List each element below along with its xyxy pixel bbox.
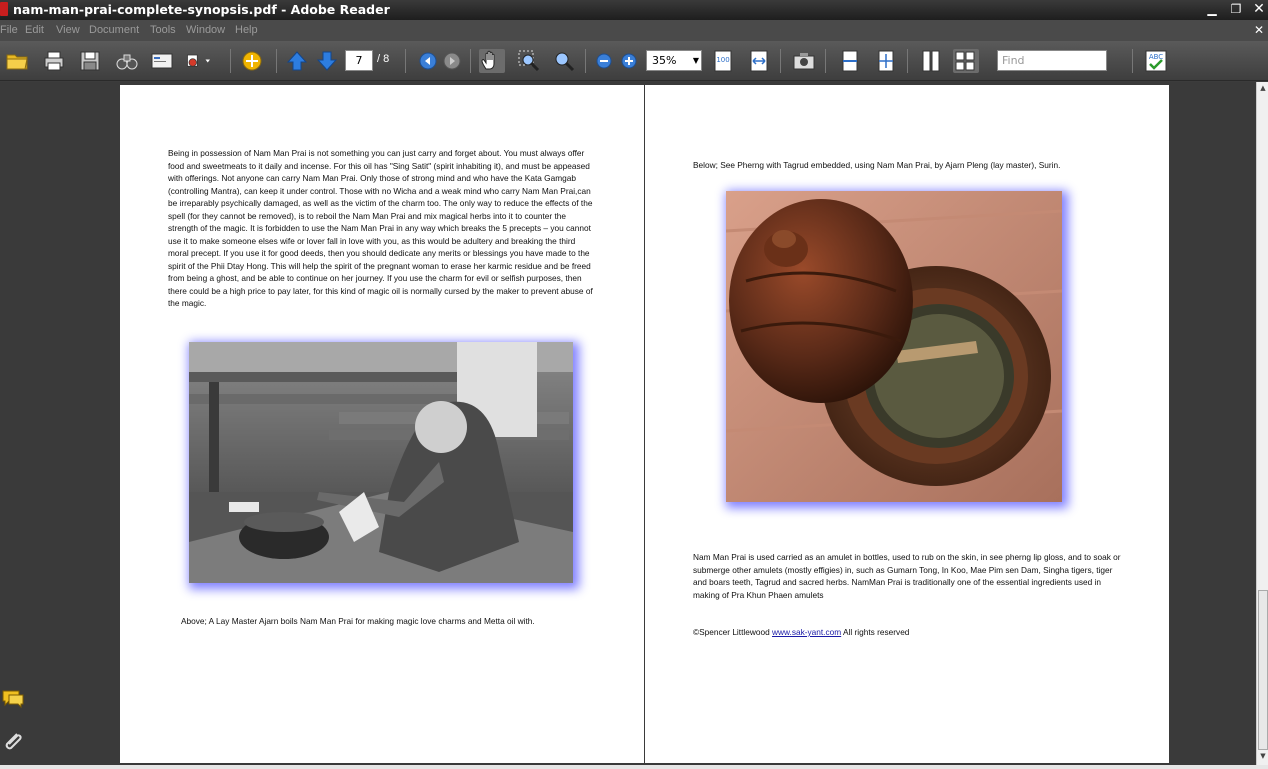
hand-tool-icon[interactable]: [479, 49, 505, 73]
toolbar-separator: [907, 49, 908, 73]
chevron-down-icon[interactable]: ▼: [693, 51, 699, 70]
toolbar-separator: [780, 49, 781, 73]
comments-icon[interactable]: [1, 688, 25, 710]
right-page-paragraph: Nam Man Prai is used carried as an amule…: [693, 552, 1121, 600]
copyright-suffix: All rights reserved: [841, 627, 910, 637]
right-page-top-caption: Below; See Pherng with Tagrud embedded, …: [693, 160, 1061, 170]
photo-pherng-amulet-box: [726, 191, 1062, 502]
toolbar-separator: [825, 49, 826, 73]
maximize-button[interactable]: ❐: [1226, 1, 1246, 18]
photo-master-boiling-oil: [189, 342, 573, 583]
sak-yant-link[interactable]: www.sak-yant.com: [772, 627, 841, 637]
previous-page-arrow-icon[interactable]: [285, 49, 309, 73]
copyright-prefix: ©Spencer Littlewood: [693, 627, 772, 637]
actual-size-icon[interactable]: 100: [711, 49, 735, 73]
copyright-line: ©Spencer Littlewood www.sak-yant.com All…: [693, 626, 1093, 639]
open-folder-icon[interactable]: [5, 49, 29, 73]
dynamic-zoom-icon[interactable]: [552, 49, 576, 73]
collaborate-icon[interactable]: [240, 49, 264, 73]
menu-window[interactable]: Window: [186, 24, 225, 36]
previous-view-icon[interactable]: [416, 49, 440, 73]
next-view-icon[interactable]: [440, 49, 464, 73]
attachment-paperclip-icon[interactable]: [1, 730, 25, 752]
marquee-zoom-icon[interactable]: [517, 49, 541, 73]
toolbar-separator: [276, 49, 277, 73]
vertical-scrollbar[interactable]: ▲ ▼: [1256, 82, 1268, 765]
zoom-level-select[interactable]: 35% ▼: [646, 50, 702, 71]
pherng-amulet-box-image: [726, 191, 1062, 502]
toolbar-separator: [1132, 49, 1133, 73]
toolbar-separator: [405, 49, 406, 73]
save-icon[interactable]: [78, 49, 102, 73]
pdf-page-right: Below; See Pherng with Tagrud embedded, …: [645, 85, 1169, 763]
toolbar: 7 / 8 35% ▼ 100 Find ▼ ABC: [0, 41, 1268, 81]
close-window-button[interactable]: ✕: [1249, 1, 1268, 18]
menu-document[interactable]: Document: [89, 24, 139, 36]
horizontal-scrollbar[interactable]: [0, 765, 1268, 769]
search-binoculars-icon[interactable]: [115, 49, 139, 73]
create-pdf-dropdown-icon[interactable]: [186, 49, 218, 73]
find-input[interactable]: Find: [997, 50, 1107, 71]
scroll-up-arrow-icon[interactable]: ▲: [1258, 84, 1268, 94]
menu-view[interactable]: View: [56, 24, 80, 36]
spell-check-icon[interactable]: ABC: [1144, 49, 1168, 73]
menu-help[interactable]: Help: [235, 24, 258, 36]
zoom-out-icon[interactable]: [592, 49, 616, 73]
document-view[interactable]: Being in possession of Nam Man Prai is n…: [0, 82, 1256, 769]
window-title: nam-man-prai-complete-synopsis.pdf - Ado…: [13, 2, 390, 17]
page-number-input[interactable]: 7: [345, 50, 373, 71]
title-bar: nam-man-prai-complete-synopsis.pdf - Ado…: [0, 0, 1268, 20]
toolbar-separator: [585, 49, 586, 73]
menu-tools[interactable]: Tools: [150, 24, 176, 36]
close-document-icon[interactable]: ✕: [1254, 23, 1264, 37]
toolbar-separator: [230, 49, 231, 73]
zoom-in-icon[interactable]: [617, 49, 641, 73]
fit-width-icon[interactable]: [747, 49, 771, 73]
find-dropdown-chevron-icon[interactable]: ▼: [1095, 50, 1107, 71]
snapshot-camera-icon[interactable]: [792, 49, 816, 73]
email-icon[interactable]: [150, 49, 174, 73]
master-boiling-oil-image: [189, 342, 573, 583]
left-page-caption: Above; A Lay Master Ajarn boils Nam Man …: [181, 616, 535, 626]
pdf-page-left: Being in possession of Nam Man Prai is n…: [120, 85, 644, 763]
zoom-level-value: 35%: [652, 54, 677, 67]
scrolling-mode-icon[interactable]: [838, 49, 862, 73]
left-page-paragraph: Being in possession of Nam Man Prai is n…: [168, 148, 593, 308]
adobe-reader-window: nam-man-prai-complete-synopsis.pdf - Ado…: [0, 0, 1268, 769]
find-placeholder: Find: [1002, 54, 1025, 67]
next-page-arrow-icon[interactable]: [315, 49, 339, 73]
menu-edit[interactable]: Edit: [25, 24, 44, 36]
menu-bar: File Edit View Document Tools Window Hel…: [0, 20, 1268, 41]
toolbar-separator: [470, 49, 471, 73]
two-page-view-icon[interactable]: [953, 49, 979, 73]
single-page-view-icon[interactable]: [919, 49, 943, 73]
full-screen-icon[interactable]: [874, 49, 898, 73]
svg-text:100: 100: [716, 56, 729, 64]
minimize-button[interactable]: ▁: [1202, 1, 1222, 18]
scrollbar-thumb[interactable]: [1258, 590, 1268, 750]
page-total-label: / 8: [377, 53, 390, 65]
adobe-reader-app-icon: [0, 2, 8, 16]
scroll-down-arrow-icon[interactable]: ▼: [1258, 752, 1268, 762]
print-icon[interactable]: [42, 49, 66, 73]
menu-file[interactable]: File: [0, 24, 18, 36]
